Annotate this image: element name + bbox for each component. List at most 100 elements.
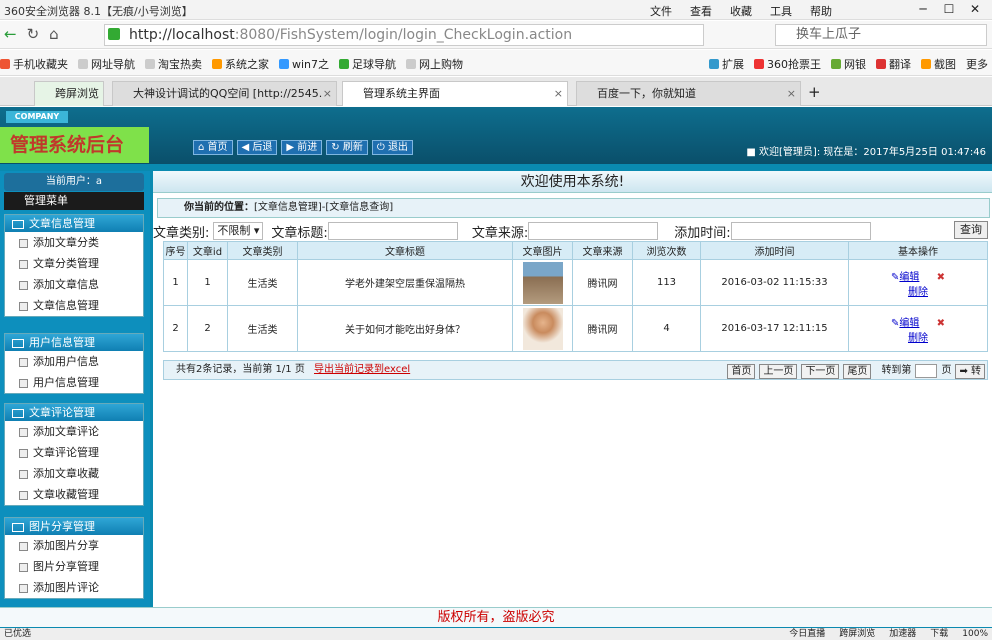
header-nav: ⌂ 首页 ◀ 后退 ▶ 前进 ↻ 刷新 ⏻ 退出	[193, 140, 413, 155]
refresh-icon[interactable]: ↻	[27, 25, 40, 43]
url-host: http://localhost	[129, 27, 235, 43]
tab-label: 跨屏浏览	[55, 87, 99, 100]
fav-item[interactable]: win7之	[279, 56, 329, 72]
menu-file[interactable]: 文件	[650, 3, 672, 19]
menu-item[interactable]: 图片分享管理	[5, 556, 143, 577]
extensions-button[interactable]: 扩展	[709, 56, 744, 72]
menu-item[interactable]: 文章分类管理	[5, 253, 143, 274]
menu-group-header[interactable]: 文章评论管理	[5, 404, 143, 421]
menu-tools[interactable]: 工具	[770, 3, 792, 19]
tab-admin-main[interactable]: 管理系统主界面 ×	[342, 81, 568, 106]
url-input[interactable]: http://localhost:8080/FishSystem/login/l…	[104, 24, 704, 46]
menu-group-header[interactable]: 用户信息管理	[5, 334, 143, 351]
time-input[interactable]	[730, 222, 871, 240]
prev-page-button[interactable]: 上一页	[759, 363, 798, 379]
goto-label: 转到第	[881, 365, 912, 376]
menu-item[interactable]: 添加文章信息	[5, 274, 143, 295]
close-tab-icon[interactable]: ×	[554, 82, 563, 105]
article-thumbnail[interactable]	[522, 307, 563, 350]
fav-item[interactable]: 网上购物	[406, 56, 463, 72]
search-box[interactable]: 换车上瓜子	[775, 24, 987, 46]
tab-label: 管理系统主界面	[363, 87, 440, 100]
new-tab-icon[interactable]: +	[808, 83, 821, 101]
col-header: 文章类别	[227, 241, 298, 260]
fav-item[interactable]: 足球导航	[339, 56, 396, 72]
next-page-button[interactable]: 下一页	[801, 363, 840, 379]
cross-screen-button[interactable]: 跨屏浏览	[839, 628, 875, 640]
home-icon[interactable]: ⌂	[49, 25, 59, 43]
menu-group-header[interactable]: 图片分享管理	[5, 518, 143, 535]
minimize-icon[interactable]: ─	[910, 0, 936, 19]
query-button[interactable]: 查询	[954, 221, 988, 239]
close-icon[interactable]: ✕	[962, 0, 988, 19]
close-tab-icon[interactable]: ×	[323, 82, 332, 105]
category-select[interactable]: 不限制 ▾	[213, 222, 264, 240]
menu-item[interactable]: 添加文章收藏	[5, 463, 143, 484]
menu-item[interactable]: 文章评论管理	[5, 442, 143, 463]
zoom-level[interactable]: 100%	[962, 628, 988, 640]
forward-button[interactable]: ▶ 前进	[281, 140, 323, 155]
article-thumbnail[interactable]	[522, 261, 563, 304]
title-input[interactable]	[327, 222, 458, 240]
screenshot-button[interactable]: 截图	[921, 56, 956, 72]
export-excel-link[interactable]: 导出当前记录到excel	[314, 364, 410, 375]
menu-item[interactable]: 用户信息管理	[5, 372, 143, 393]
tab-baidu[interactable]: 百度一下，你就知道 ×	[576, 81, 801, 106]
more-button[interactable]: 更多	[966, 56, 988, 72]
app-header: COMPANY 管理系统后台 ⌂ 首页 ◀ 后退 ▶ 前进 ↻ 刷新 ⏻ 退出 …	[0, 107, 992, 164]
fav-item[interactable]: 网址导航	[78, 56, 135, 72]
live-button[interactable]: 今日直播	[789, 628, 825, 640]
delete-icon[interactable]: ✖	[937, 272, 945, 283]
home-button[interactable]: ⌂ 首页	[193, 140, 233, 155]
menu-item[interactable]: 文章收藏管理	[5, 484, 143, 505]
source-input[interactable]	[528, 222, 659, 240]
menu-group-articles: 文章信息管理 添加文章分类 文章分类管理 添加文章信息 文章信息管理	[4, 214, 144, 317]
back-button[interactable]: ◀ 后退	[236, 140, 278, 155]
first-page-button[interactable]: 首页	[727, 363, 756, 379]
fav-item[interactable]: 手机收藏夹	[0, 56, 68, 72]
menu-favorites[interactable]: 收藏	[730, 3, 752, 19]
close-tab-icon[interactable]: ×	[787, 82, 796, 105]
maximize-icon[interactable]: ☐	[936, 0, 962, 19]
menu-help[interactable]: 帮助	[810, 3, 832, 19]
fav-item[interactable]: 淘宝热卖	[145, 56, 202, 72]
toolbar-label: 截图	[934, 58, 956, 71]
system-title: 管理系统后台	[0, 127, 149, 163]
menu-item[interactable]: 添加文章评论	[5, 421, 143, 442]
accelerator-button[interactable]: 加速器	[889, 628, 916, 640]
menu-item[interactable]: 添加文章分类	[5, 232, 143, 253]
fav-item[interactable]: 系统之家	[212, 56, 269, 72]
delete-link[interactable]: 删除	[908, 333, 928, 344]
edit-link[interactable]: 编辑	[899, 318, 919, 329]
page-number-input[interactable]	[915, 364, 938, 378]
translate-button[interactable]: 翻译	[876, 56, 911, 72]
bank-button[interactable]: 网银	[831, 56, 866, 72]
delete-link[interactable]: 删除	[908, 287, 928, 298]
menu-item[interactable]: 添加图片分享	[5, 535, 143, 556]
cell-title: 关于如何才能吃出好身体？	[297, 305, 513, 352]
toolbar-label: 翻译	[889, 58, 911, 71]
tab-qq-space[interactable]: 大神设计调试的QQ空间 [http://2545. ×	[112, 81, 337, 106]
tickets-button[interactable]: 360抢票王	[754, 56, 821, 72]
go-button[interactable]: ➡ 转	[955, 363, 985, 379]
edit-link[interactable]: 编辑	[899, 272, 919, 283]
refresh-button[interactable]: ↻ 刷新	[326, 140, 368, 155]
welcome-text: ■ 欢迎[管理员]: 现在是：2017年5月25日 01:47:46	[746, 147, 986, 158]
menu-item[interactable]: 添加图片评论	[5, 577, 143, 598]
tab-cross-screen[interactable]: 跨屏浏览	[34, 81, 104, 106]
logout-button[interactable]: ⏻ 退出	[371, 140, 413, 155]
delete-icon[interactable]: ✖	[937, 318, 945, 329]
menu-item[interactable]: 文章信息管理	[5, 295, 143, 316]
menu-item[interactable]: 添加用户信息	[5, 351, 143, 372]
cell-image	[512, 305, 573, 352]
cell-source: 腾讯网	[572, 305, 633, 352]
cell-id: 2	[187, 305, 228, 352]
col-header: 序号	[163, 241, 188, 260]
menu-group-header[interactable]: 文章信息管理	[5, 215, 143, 232]
menu-view[interactable]: 查看	[690, 3, 712, 19]
back-icon[interactable]: ←	[4, 25, 17, 43]
last-page-button[interactable]: 尾页	[843, 363, 872, 379]
browser-title: 360安全浏览器 8.1【无痕/小号浏览】	[4, 5, 193, 18]
download-button[interactable]: 下载	[930, 628, 948, 640]
toolbar-label: 网银	[844, 58, 866, 71]
